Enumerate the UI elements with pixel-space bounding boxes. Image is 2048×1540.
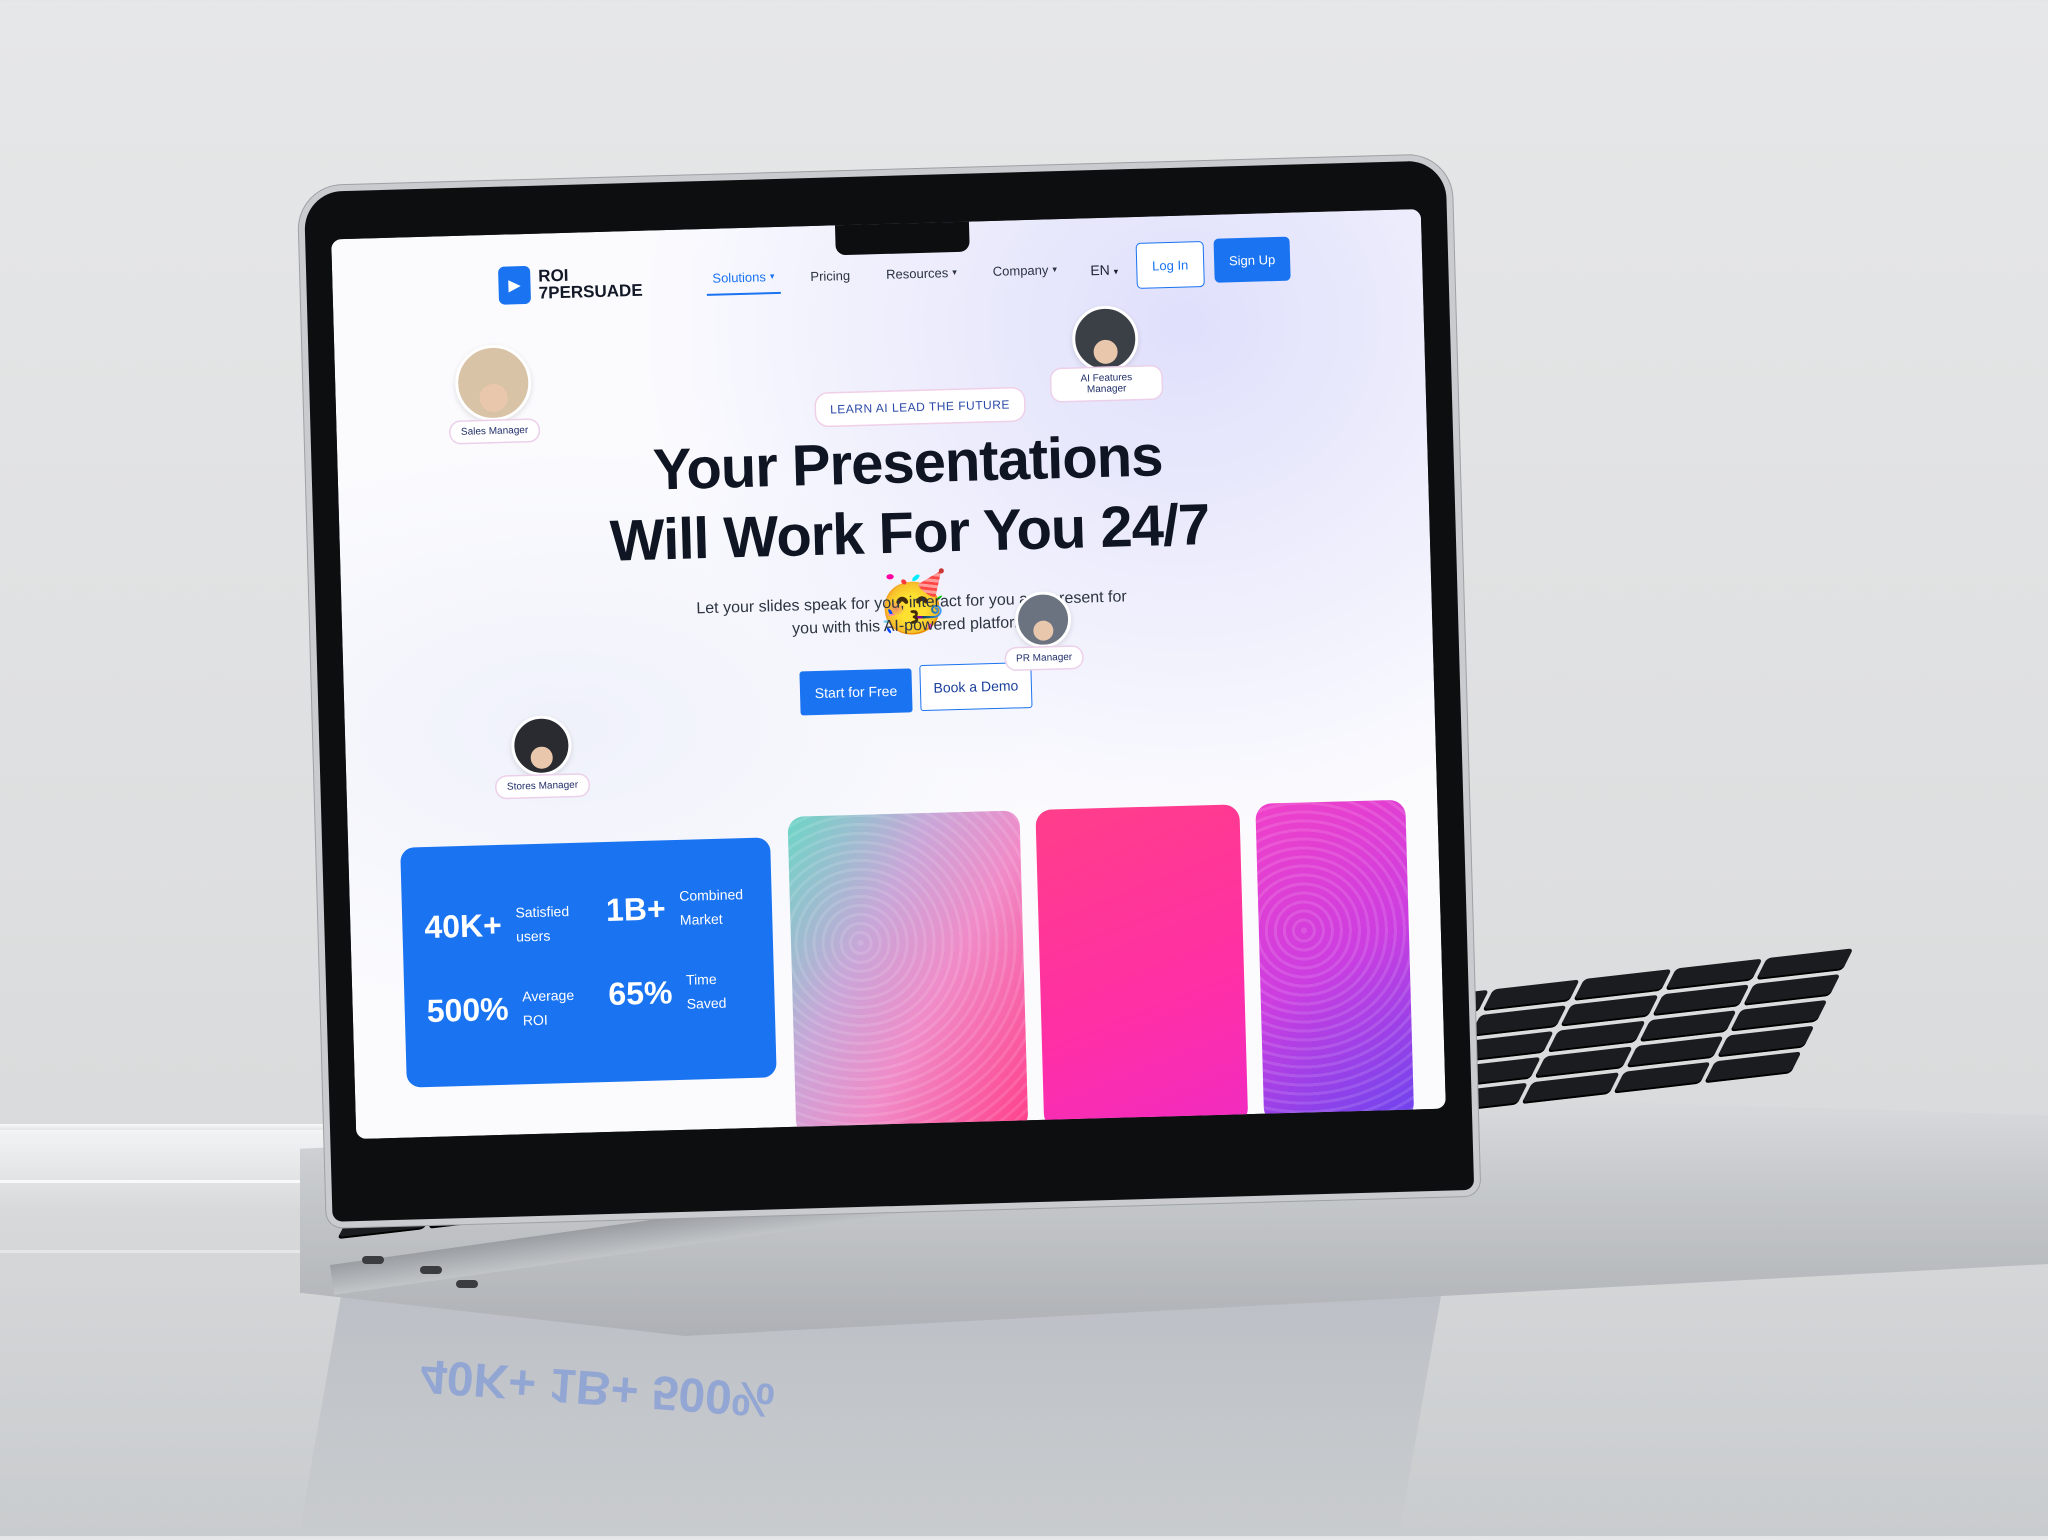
logo-play-icon: ▶ <box>498 265 532 305</box>
avatar <box>1014 590 1072 649</box>
stat-label: Combined Market <box>679 886 744 928</box>
eyebrow-badge: LEARN AI LEAD THE FUTURE <box>815 388 1025 426</box>
person-card: Sales Manager <box>442 343 545 444</box>
stat-value: 65% <box>607 973 673 1012</box>
start-for-free-button[interactable]: Start for Free <box>799 668 913 716</box>
nav-item-label: Pricing <box>810 267 851 285</box>
language-selector[interactable]: EN ▾ <box>1086 251 1123 288</box>
gradient-tile <box>1255 799 1415 1124</box>
usb-c-port <box>420 1266 442 1274</box>
person-card: PR Manager <box>997 590 1089 670</box>
person-card: AI Features Manager <box>1049 304 1162 402</box>
nav-item-resources[interactable]: Resources ▾ <box>880 256 964 291</box>
usb-c-port <box>362 1256 384 1264</box>
usb-c-port <box>456 1280 478 1288</box>
person-role: PR Manager <box>1005 646 1083 670</box>
nav-item-pricing[interactable]: Pricing <box>804 259 857 293</box>
stat-label: Satisfied users <box>515 903 570 945</box>
brand-logo[interactable]: ▶ ROI 7PERSUADE <box>498 263 643 305</box>
stat-label: Time Saved <box>685 970 727 1012</box>
chevron-down-icon: ▾ <box>1113 266 1119 277</box>
stat-item: 1B+ Combined Market <box>605 882 750 934</box>
chevron-down-icon: ▾ <box>1052 264 1058 275</box>
laptop-lid: ▶ ROI 7PERSUADE Solutions ▾ Pricing Reso… <box>303 160 1475 1222</box>
person-role: Stores Manager <box>496 774 589 798</box>
nav-item-label: Company <box>992 262 1049 279</box>
gradient-tile <box>1035 804 1249 1130</box>
stat-item: 500% Average ROI <box>426 982 593 1035</box>
stat-value: 500% <box>426 990 510 1029</box>
avatar <box>454 343 533 422</box>
person-card: Stores Manager <box>491 714 593 798</box>
avatar <box>1071 304 1140 373</box>
person-role: AI Features Manager <box>1051 366 1162 402</box>
nav-item-solutions[interactable]: Solutions ▾ <box>705 260 781 296</box>
laptop-screen: ▶ ROI 7PERSUADE Solutions ▾ Pricing Reso… <box>331 208 1446 1140</box>
chevron-down-icon: ▾ <box>952 266 957 278</box>
gradient-tile <box>787 810 1029 1137</box>
stat-value: 1B+ <box>605 889 667 928</box>
chevron-down-icon: ▾ <box>769 271 775 282</box>
nav-item-label: Solutions <box>712 269 767 286</box>
avatar <box>510 714 573 777</box>
stat-item: 40K+ Satisfied users <box>424 899 587 951</box>
laptop-reflection <box>297 1290 1443 1540</box>
stat-value: 40K+ <box>423 906 503 945</box>
brand-name-line2: 7PERSUADE <box>538 280 643 303</box>
main-nav: Solutions ▾ Pricing Resources ▾ Company … <box>705 253 1063 296</box>
camera-notch <box>834 219 970 256</box>
nav-item-label: Resources <box>885 265 949 282</box>
person-role: Sales Manager <box>450 419 539 444</box>
stat-label: Average ROI <box>522 986 575 1029</box>
login-button[interactable]: Log In <box>1135 241 1205 289</box>
stat-item: 65% Time Saved <box>608 966 757 1018</box>
nav-item-company[interactable]: Company ▾ <box>986 253 1063 288</box>
stats-card: 40K+ Satisfied users 1B+ Combined Market… <box>400 837 777 1088</box>
language-label: EN <box>1090 261 1110 279</box>
signup-button[interactable]: Sign Up <box>1213 236 1291 283</box>
